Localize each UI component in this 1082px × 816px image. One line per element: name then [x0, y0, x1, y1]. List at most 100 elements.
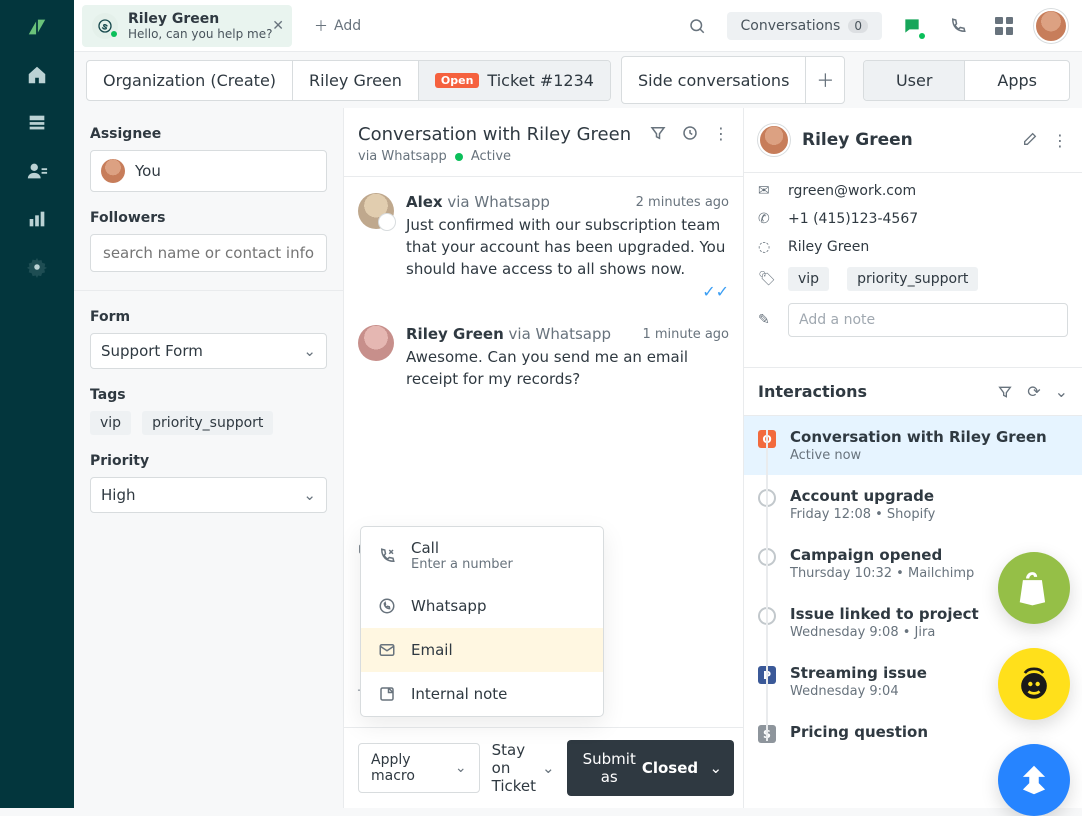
followers-input[interactable]: [90, 234, 327, 272]
priority-label: Priority: [90, 453, 327, 469]
msg-body: Just confirmed with our subscription tea…: [406, 215, 729, 280]
assignee-field[interactable]: You: [90, 150, 327, 192]
submit-button[interactable]: Submit as Closed⌄: [567, 740, 735, 796]
interaction-item[interactable]: OConversation with Riley GreenActive now: [744, 416, 1082, 475]
divider: [74, 290, 343, 291]
tab-person[interactable]: Riley Green: [293, 61, 419, 100]
ticket-fields-panel: Assignee You Followers Form Support Form…: [74, 108, 344, 808]
brand-logo-icon: [26, 16, 48, 38]
mailchimp-bubble-icon[interactable]: [998, 648, 1070, 720]
search-icon[interactable]: [681, 10, 713, 42]
tab-ticket[interactable]: OpenTicket #1234: [419, 61, 610, 100]
shopify-bubble-icon[interactable]: [998, 552, 1070, 624]
tab-user[interactable]: User: [864, 61, 965, 100]
status-dot: [111, 31, 117, 37]
apps-icon[interactable]: [988, 10, 1020, 42]
add-side-conversation[interactable]: ＋: [806, 57, 844, 103]
settings-icon[interactable]: [26, 256, 48, 278]
whatsapp-icon: ◌: [758, 239, 776, 255]
form-select[interactable]: Support Form⌄: [90, 333, 327, 369]
chevron-down-icon: ⌄: [303, 342, 316, 360]
chevron-down-icon[interactable]: ⌄: [1055, 382, 1068, 401]
tags-container: vip priority_support: [90, 411, 327, 435]
avatar: [101, 159, 125, 183]
marker-solved-icon: S: [758, 725, 776, 743]
picker-option-whatsapp[interactable]: Whatsapp: [361, 584, 603, 628]
timeline-dot-icon: [758, 548, 776, 566]
active-tab-chip[interactable]: Riley Green Hello, can you help me? ✕: [82, 5, 292, 47]
tag-icon: 🏷: [758, 271, 776, 287]
add-tab-button[interactable]: ＋Add: [302, 8, 373, 44]
edit-icon[interactable]: [1022, 131, 1038, 150]
open-status-badge: Open: [435, 73, 480, 88]
msg-via: via Whatsapp: [509, 325, 611, 343]
reporting-icon[interactable]: [26, 208, 48, 230]
customers-icon[interactable]: [26, 160, 48, 182]
interaction-item[interactable]: Account upgradeFriday 12:08 • Shopify: [744, 475, 1082, 534]
followers-label: Followers: [90, 210, 327, 226]
msg-author: Alex: [406, 193, 443, 211]
customer-name: Riley Green: [802, 130, 913, 150]
picker-option-call[interactable]: CallEnter a number: [361, 527, 603, 584]
more-icon[interactable]: ⋮: [1052, 131, 1068, 150]
tab-chip-subtitle: Hello, can you help me?: [128, 27, 272, 41]
home-icon[interactable]: [26, 64, 48, 86]
tab-apps[interactable]: Apps: [965, 61, 1069, 100]
msg-author: Riley Green: [406, 325, 504, 343]
phone-icon: ✆: [758, 211, 776, 227]
email-icon: ✉: [758, 183, 776, 199]
tag[interactable]: vip: [90, 411, 131, 435]
conversations-pill[interactable]: Conversations0: [727, 12, 883, 40]
nav-rail: [0, 0, 74, 808]
conversation-title: Conversation with Riley Green: [358, 124, 631, 145]
filter-icon[interactable]: [997, 384, 1013, 400]
tag[interactable]: priority_support: [847, 267, 978, 291]
msg-via: via Whatsapp: [447, 193, 549, 211]
close-tab-icon[interactable]: ✕: [272, 18, 284, 34]
tag[interactable]: vip: [788, 267, 829, 291]
phone-icon: [377, 546, 397, 566]
tab-organization[interactable]: Organization (Create): [87, 61, 293, 100]
profile-avatar[interactable]: [1034, 9, 1068, 43]
add-note-input[interactable]: Add a note: [788, 303, 1068, 337]
timeline-dot-icon: [758, 489, 776, 507]
priority-select[interactable]: High⌄: [90, 477, 327, 513]
chevron-down-icon: ⌄: [542, 759, 555, 777]
more-icon[interactable]: ⋮: [713, 124, 729, 143]
assignee-label: Assignee: [90, 126, 327, 142]
apply-macro-select[interactable]: Apply macro⌄: [358, 743, 480, 793]
customer-whatsapp: Riley Green: [788, 239, 869, 255]
history-icon[interactable]: [681, 124, 699, 143]
channel-picker-menu: CallEnter a number Whatsapp Email Intern…: [360, 526, 604, 717]
interactions-title: Interactions: [758, 382, 867, 401]
filter-icon[interactable]: [649, 124, 667, 143]
tab-side-conversations[interactable]: Side conversations: [622, 57, 806, 103]
form-label: Form: [90, 309, 327, 325]
stay-on-ticket-toggle[interactable]: Stay on Ticket⌄: [492, 741, 555, 795]
tags-label: Tags: [90, 387, 327, 403]
tag[interactable]: priority_support: [142, 411, 273, 435]
picker-option-email[interactable]: Email: [361, 628, 603, 672]
chat-icon[interactable]: [896, 10, 928, 42]
marker-problem-icon: P: [758, 666, 776, 684]
msg-time: 1 minute ago: [642, 327, 729, 342]
conversation-status: Active: [471, 149, 511, 164]
refresh-icon[interactable]: ⟳: [1027, 382, 1040, 401]
conversation-channel: via Whatsapp: [358, 149, 447, 164]
jira-bubble-icon[interactable]: [998, 744, 1070, 816]
phone-icon[interactable]: [942, 10, 974, 42]
customer-email: rgreen@work.com: [788, 183, 916, 199]
note-icon: [377, 684, 397, 704]
chevron-down-icon: ⌄: [710, 759, 723, 777]
picker-option-internal-note[interactable]: Internal note: [361, 672, 603, 716]
whatsapp-icon: [377, 596, 397, 616]
customer-phone: +1 (415)123-4567: [788, 211, 918, 227]
read-receipt-icon: ✓✓: [702, 282, 729, 301]
msg-body: Awesome. Can you send me an email receip…: [406, 347, 729, 391]
views-icon[interactable]: [26, 112, 48, 134]
tab-chip-title: Riley Green: [128, 11, 272, 27]
msg-time: 2 minutes ago: [636, 195, 729, 210]
note-icon: ✎: [758, 312, 776, 328]
avatar: [358, 325, 394, 361]
followers-search[interactable]: [101, 243, 316, 263]
